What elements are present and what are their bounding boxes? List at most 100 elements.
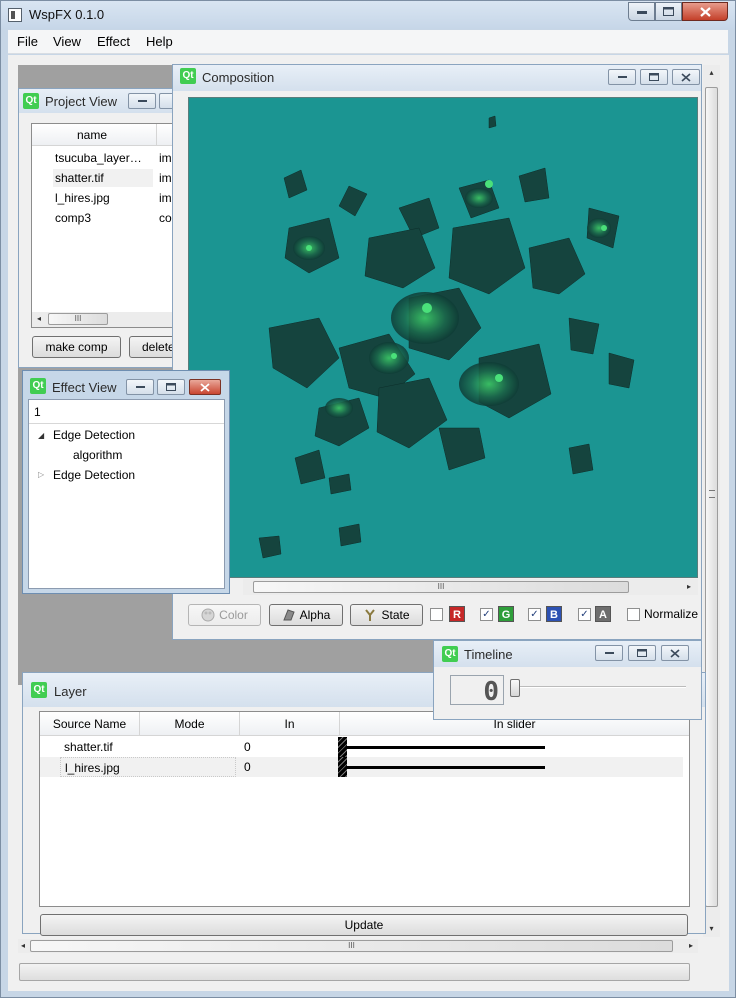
project-item-name: comp3 <box>55 211 92 225</box>
timeline-minimize-button[interactable] <box>595 645 623 661</box>
scroll-right-arrow[interactable]: ▸ <box>684 581 694 593</box>
effect-input[interactable]: 1 <box>29 400 224 424</box>
scroll-down-arrow[interactable]: ▾ <box>705 923 718 935</box>
frame-number: 0 <box>483 677 499 707</box>
column-header-source-name[interactable]: Source Name <box>40 712 140 736</box>
blue-channel-swatch: B <box>546 606 562 622</box>
layer-title: Layer <box>54 684 87 699</box>
project-view-window: Qt Project View name tsucuba_layer… im s… <box>18 88 189 368</box>
tree-item-algorithm[interactable]: algorithm <box>73 448 122 462</box>
green-channel-checkbox[interactable]: ✓ <box>480 608 493 621</box>
alpha-button-label: Alpha <box>299 608 331 622</box>
effect-view-title: Effect View <box>52 380 117 395</box>
state-button[interactable]: State <box>350 604 423 626</box>
alpha-channel-checkbox[interactable]: ✓ <box>578 608 591 621</box>
canvas-horizontal-scrollbar[interactable]: III ▸ <box>243 579 698 595</box>
horizontal-grip-icon: III <box>437 582 445 591</box>
in-slider-track[interactable] <box>347 746 545 749</box>
state-button-label: State <box>381 608 410 622</box>
layer-in-value[interactable]: 0 <box>244 740 251 754</box>
menu-effect[interactable]: Effect <box>97 34 130 49</box>
make-comp-button[interactable]: make comp <box>32 336 121 358</box>
shattered-glass-render <box>258 115 635 559</box>
project-list-horizontal-scrollbar[interactable]: ◂ III <box>32 312 175 327</box>
list-item[interactable]: tsucuba_layer… im <box>32 148 177 168</box>
scroll-right-arrow[interactable]: ▸ <box>686 940 696 952</box>
effect-view-title-bar[interactable]: Qt Effect View <box>23 371 229 399</box>
effect-view-close-button[interactable] <box>189 379 221 395</box>
effect-view-maximize-button[interactable] <box>157 379 185 395</box>
effect-panel: 1 ◢ Edge Detection algorithm ▷ Edge Dete… <box>28 399 225 589</box>
menu-view[interactable]: View <box>53 34 81 49</box>
red-channel-checkbox[interactable] <box>430 608 443 621</box>
layer-table[interactable]: Source Name Mode In In slider shatter.ti… <box>39 711 690 907</box>
horizontal-scroll-thumb[interactable]: III <box>48 313 108 325</box>
minimize-button[interactable] <box>628 2 655 21</box>
maximize-icon <box>663 7 674 16</box>
tree-item-edge-detection[interactable]: Edge Detection <box>53 428 135 442</box>
composition-window: Qt Composition III ▸ Color Alpha State R… <box>172 64 702 640</box>
tree-collapse-icon[interactable]: ▷ <box>38 470 44 479</box>
menu-file[interactable]: File <box>17 34 38 49</box>
composition-title: Composition <box>202 70 275 85</box>
app-icon <box>8 8 22 22</box>
maximize-button[interactable] <box>655 2 682 21</box>
list-item[interactable]: shatter.tif im <box>32 168 177 188</box>
project-list[interactable]: name tsucuba_layer… im shatter.tif im l_… <box>31 123 177 328</box>
in-slider-handle[interactable] <box>338 737 347 757</box>
column-separator <box>156 124 157 146</box>
in-slider-handle[interactable] <box>338 757 347 777</box>
composition-maximize-button[interactable] <box>640 69 668 85</box>
blue-channel-checkbox[interactable]: ✓ <box>528 608 541 621</box>
project-view-title-bar[interactable]: Qt Project View <box>19 89 187 113</box>
column-header-name[interactable]: name <box>77 128 107 142</box>
close-icon <box>200 382 210 392</box>
layer-in-value[interactable]: 0 <box>244 760 251 774</box>
minimize-icon <box>617 75 627 79</box>
effect-view-window: Qt Effect View 1 ◢ Edge Detection algori… <box>22 370 230 594</box>
menu-help[interactable]: Help <box>146 34 173 49</box>
minimize-icon <box>135 385 145 389</box>
column-header-in[interactable]: In <box>240 712 340 736</box>
timeline-slider-handle[interactable] <box>510 679 520 697</box>
timeline-maximize-button[interactable] <box>628 645 656 661</box>
project-item-name: shatter.tif <box>53 169 153 187</box>
scroll-left-arrow[interactable]: ◂ <box>34 313 44 325</box>
column-header-mode[interactable]: Mode <box>140 712 240 736</box>
mdi-horizontal-scrollbar[interactable]: ◂ III ▸ <box>18 939 698 953</box>
project-view-title: Project View <box>45 94 118 109</box>
color-button[interactable]: Color <box>188 604 261 626</box>
timeline-slider-track[interactable] <box>514 686 686 688</box>
composition-canvas[interactable] <box>188 97 698 578</box>
effect-view-minimize-button[interactable] <box>126 379 154 395</box>
vertical-scroll-thumb[interactable] <box>705 87 718 907</box>
close-icon <box>681 72 691 82</box>
update-button[interactable]: Update <box>40 914 688 936</box>
list-item[interactable]: l_hires.jpg im <box>32 188 177 208</box>
list-item[interactable]: comp3 co <box>32 208 177 228</box>
horizontal-scroll-thumb[interactable]: III <box>30 940 673 952</box>
tree-item-edge-detection-2[interactable]: Edge Detection <box>53 468 135 482</box>
scroll-up-arrow[interactable]: ▴ <box>705 67 718 79</box>
close-icon <box>699 6 711 17</box>
composition-minimize-button[interactable] <box>608 69 636 85</box>
alpha-button[interactable]: Alpha <box>269 604 343 626</box>
close-button[interactable] <box>682 2 728 21</box>
scroll-left-arrow[interactable]: ◂ <box>18 940 28 952</box>
composition-title-bar[interactable]: Qt Composition <box>173 65 701 91</box>
composition-close-button[interactable] <box>672 69 700 85</box>
vertical-grip-icon <box>709 490 715 498</box>
qt-logo-icon: Qt <box>180 68 196 84</box>
horizontal-scroll-thumb[interactable]: III <box>253 581 629 593</box>
normalize-checkbox[interactable] <box>627 608 640 621</box>
effect-input-value: 1 <box>34 405 41 419</box>
table-row[interactable]: l_hires.jpg 0 <box>40 757 683 777</box>
timeline-title-bar[interactable]: Qt Timeline <box>434 641 701 667</box>
layer-source-name: shatter.tif <box>64 740 113 754</box>
minimize-icon <box>137 99 147 103</box>
in-slider-track[interactable] <box>347 766 545 769</box>
table-row[interactable]: shatter.tif 0 <box>40 737 689 757</box>
tree-expand-icon[interactable]: ◢ <box>38 431 44 440</box>
project-view-minimize-button[interactable] <box>128 93 156 109</box>
timeline-close-button[interactable] <box>661 645 689 661</box>
